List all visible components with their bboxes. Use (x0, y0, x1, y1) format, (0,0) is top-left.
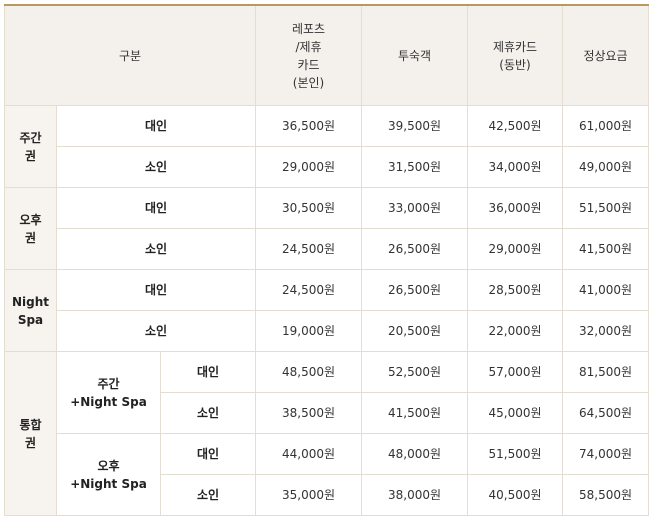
price-cell: 41,500원 (361, 392, 469, 434)
price-cell: 61,000원 (562, 105, 650, 147)
price-cell: 22,000원 (467, 310, 564, 352)
category-day: 주간 권 (4, 105, 57, 188)
page: 구분 레포츠 /제휴 카드 (본인) 투숙객 제휴카드 (동반) 정상요금 주간… (0, 0, 651, 516)
subcategory-afternoon-night-spa: 오후 +Night Spa (56, 433, 161, 516)
price-cell: 19,000원 (255, 310, 363, 352)
category-afternoon-line1: 오후 (19, 212, 42, 227)
type-child: 소인 (55, 146, 257, 188)
price-cell: 41,500원 (562, 228, 650, 270)
price-cell: 51,500원 (562, 187, 650, 229)
subcategory-day-line1: 주간 (97, 376, 120, 391)
price-cell: 57,000원 (467, 351, 564, 393)
header-partner-line2: (동반) (499, 57, 531, 72)
table-row: 통합 권 주간 +Night Spa 대인 48,500원 52,500원 57… (4, 351, 650, 516)
price-cell: 33,000원 (361, 187, 469, 229)
price-cell: 48,000원 (361, 433, 469, 475)
price-cell: 24,500원 (255, 228, 363, 270)
category-afternoon: 오후 권 (4, 187, 57, 270)
header-leports-line3: 카드 (297, 57, 320, 72)
price-cell: 44,000원 (255, 433, 363, 475)
price-cell: 38,000원 (361, 474, 469, 516)
header-partner-card: 제휴카드 (동반) (467, 4, 564, 106)
header-regular: 정상요금 (562, 4, 650, 106)
price-cell: 52,500원 (361, 351, 469, 393)
price-cell: 40,500원 (467, 474, 564, 516)
type-adult: 대인 (55, 187, 257, 229)
header-partner-line1: 제휴카드 (492, 39, 538, 54)
price-cell: 29,000원 (255, 146, 363, 188)
price-cell: 48,500원 (255, 351, 363, 393)
price-cell: 32,000원 (562, 310, 650, 352)
header-row: 구분 레포츠 /제휴 카드 (본인) 투숙객 제휴카드 (동반) 정상요금 (3, 4, 650, 106)
price-cell: 42,500원 (467, 105, 564, 147)
header-category: 구분 (3, 4, 257, 106)
category-night-spa: Night Spa (4, 269, 57, 352)
price-cell: 29,000원 (467, 228, 564, 270)
table-row: 오후 권 대인 30,500원 33,000원 36,000원 51,500원 (4, 187, 650, 270)
price-cell: 26,500원 (361, 228, 469, 270)
price-cell: 36,500원 (255, 105, 363, 147)
price-cell: 36,000원 (467, 187, 564, 229)
table-row: 소인 29,000원 31,500원 34,000원 49,000원 (5, 146, 650, 188)
table-row: 소인 19,000원 20,500원 22,000원 32,000원 (5, 310, 650, 352)
header-leports-line1: 레포츠 (291, 21, 326, 36)
price-cell: 49,000원 (562, 146, 650, 188)
type-child: 소인 (55, 310, 257, 352)
type-adult: 대인 (55, 105, 257, 147)
type-adult: 대인 (159, 351, 257, 393)
type-child: 소인 (159, 392, 257, 434)
category-day-line2: 권 (24, 148, 37, 163)
category-night-spa-line2: Spa (17, 312, 44, 327)
price-cell: 45,000원 (467, 392, 564, 434)
price-cell: 26,500원 (361, 269, 469, 311)
category-combo-line1: 통합 (19, 417, 42, 432)
table-row: 소인 24,500원 26,500원 29,000원 41,500원 (5, 228, 650, 270)
price-cell: 64,500원 (562, 392, 650, 434)
price-cell: 38,500원 (255, 392, 363, 434)
price-cell: 81,500원 (562, 351, 650, 393)
table-row: 주간 권 대인 36,500원 39,500원 42,500원 61,000원 (4, 105, 650, 188)
type-adult: 대인 (159, 433, 257, 475)
price-cell: 41,000원 (562, 269, 650, 311)
table-row: 오후 +Night Spa 대인 44,000원 48,000원 51,500원… (5, 433, 650, 516)
category-combo: 통합 권 (4, 351, 57, 516)
category-combo-line2: 권 (24, 435, 37, 450)
category-afternoon-line2: 권 (24, 230, 37, 245)
header-guest: 투숙객 (361, 4, 469, 106)
price-cell: 20,500원 (361, 310, 469, 352)
price-cell: 35,000원 (255, 474, 363, 516)
price-cell: 24,500원 (255, 269, 363, 311)
price-cell: 28,500원 (467, 269, 564, 311)
price-cell: 30,500원 (255, 187, 363, 229)
price-cell: 58,500원 (562, 474, 650, 516)
category-night-spa-line1: Night (11, 294, 50, 309)
subcategory-day-line2: +Night Spa (70, 394, 147, 409)
price-cell: 39,500원 (361, 105, 469, 147)
subcategory-afternoon-line2: +Night Spa (70, 476, 147, 491)
category-day-line1: 주간 (19, 130, 42, 145)
price-cell: 31,500원 (361, 146, 469, 188)
header-leports-line2: /제휴 (295, 39, 322, 54)
subcategory-afternoon-line1: 오후 (97, 458, 120, 473)
price-cell: 34,000원 (467, 146, 564, 188)
header-leports-line4: (본인) (292, 75, 325, 90)
price-cell: 74,000원 (562, 433, 650, 475)
type-adult: 대인 (55, 269, 257, 311)
price-cell: 51,500원 (467, 433, 564, 475)
subcategory-day-night-spa: 주간 +Night Spa (56, 351, 161, 434)
price-table: 구분 레포츠 /제휴 카드 (본인) 투숙객 제휴카드 (동반) 정상요금 주간… (3, 4, 650, 516)
header-leports-card: 레포츠 /제휴 카드 (본인) (255, 4, 363, 106)
table-row: Night Spa 대인 24,500원 26,500원 28,500원 41,… (4, 269, 650, 352)
type-child: 소인 (55, 228, 257, 270)
type-child: 소인 (159, 474, 257, 516)
